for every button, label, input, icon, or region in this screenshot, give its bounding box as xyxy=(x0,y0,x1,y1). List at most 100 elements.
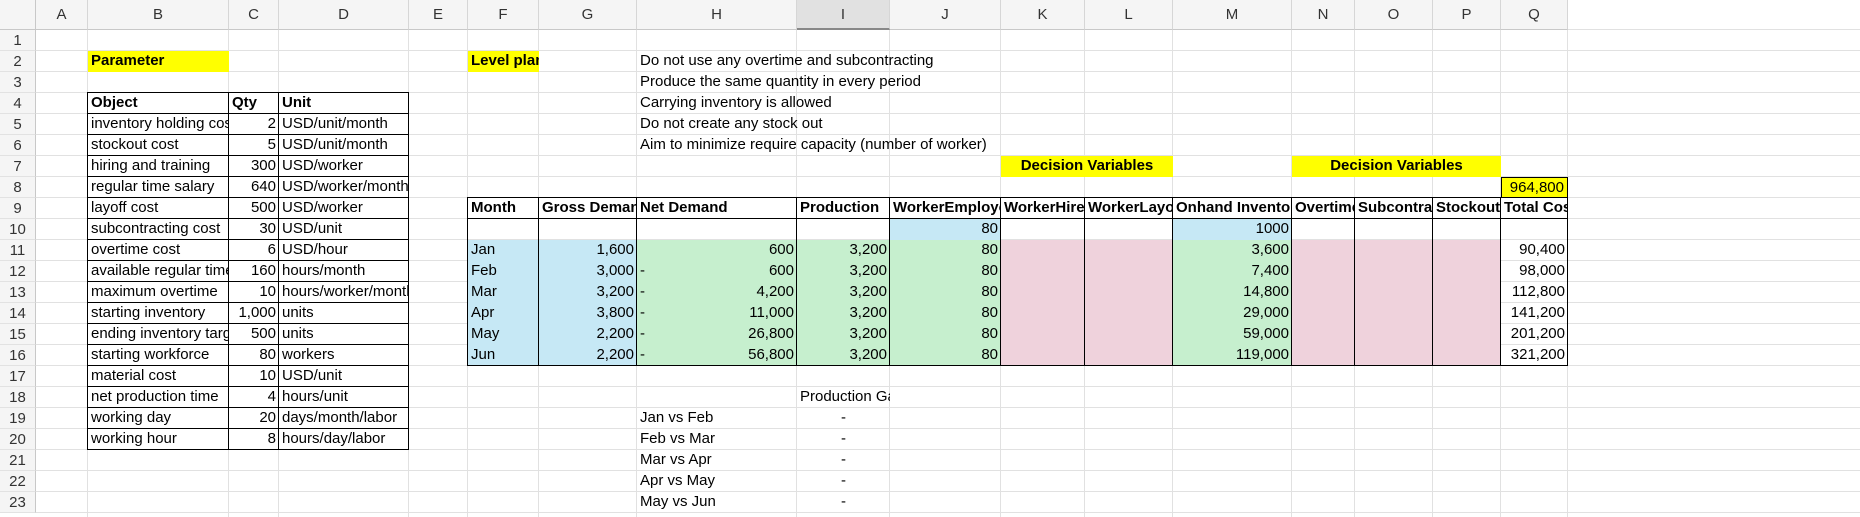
select-all-corner[interactable] xyxy=(0,0,36,30)
initial-inventory[interactable]: 1000 xyxy=(1173,219,1292,240)
worker-hired-cell[interactable] xyxy=(1001,303,1085,324)
parameter-qty[interactable]: 2 xyxy=(229,114,279,135)
column-header-d[interactable]: D xyxy=(279,0,409,30)
parameter-unit[interactable]: hours/unit xyxy=(279,387,409,408)
parameter-qty[interactable]: 500 xyxy=(229,324,279,345)
column-header-g[interactable]: G xyxy=(539,0,637,30)
worker-hired-cell[interactable] xyxy=(1001,282,1085,303)
month-cell[interactable]: Feb xyxy=(468,261,539,282)
worker-layoff-cell[interactable] xyxy=(1085,282,1173,303)
parameter-qty[interactable]: 8 xyxy=(229,429,279,450)
net-demand-cell[interactable]: - 26,800 xyxy=(637,324,797,345)
row-header-4[interactable]: 4 xyxy=(0,93,36,114)
total-cost-cell[interactable]: 112,800 xyxy=(1501,282,1568,303)
month-cell[interactable]: Jun xyxy=(468,345,539,366)
subcontract-cell[interactable] xyxy=(1355,282,1433,303)
parameter-object[interactable]: inventory holding cost xyxy=(88,114,229,135)
gross-demand-cell[interactable]: 2,200 xyxy=(539,324,637,345)
stockout-cell[interactable] xyxy=(1433,240,1501,261)
row-header-8[interactable]: 8 xyxy=(0,177,36,198)
stockout-cell[interactable] xyxy=(1433,282,1501,303)
parameter-qty[interactable]: 20 xyxy=(229,408,279,429)
row-header-20[interactable]: 20 xyxy=(0,429,36,450)
parameter-object[interactable]: hiring and training xyxy=(88,156,229,177)
decision-variables-label[interactable]: Decision Variables xyxy=(1001,156,1173,177)
parameter-header-qty[interactable]: Qty xyxy=(229,93,279,114)
parameter-qty[interactable]: 4 xyxy=(229,387,279,408)
worker-layoff-cell[interactable] xyxy=(1085,240,1173,261)
total-cost-cell[interactable]: 321,200 xyxy=(1501,345,1568,366)
parameter-unit[interactable]: hours/month xyxy=(279,261,409,282)
worker-hired-cell[interactable] xyxy=(1001,240,1085,261)
parameter-title[interactable]: Parameter xyxy=(88,51,229,72)
production-cell[interactable]: 3,200 xyxy=(797,345,890,366)
subcontract-cell[interactable] xyxy=(1355,240,1433,261)
onhand-inventory-cell[interactable]: 3,600 xyxy=(1173,240,1292,261)
parameter-object[interactable]: subcontracting cost xyxy=(88,219,229,240)
parameter-qty[interactable]: 160 xyxy=(229,261,279,282)
parameter-object[interactable]: net production time xyxy=(88,387,229,408)
parameter-unit[interactable]: USD/unit/month xyxy=(279,114,409,135)
row-header-23[interactable]: 23 xyxy=(0,492,36,513)
plan-header[interactable]: Production xyxy=(797,198,890,219)
plan-header[interactable]: Month xyxy=(468,198,539,219)
production-cell[interactable]: 3,200 xyxy=(797,261,890,282)
plan-header[interactable]: WorkerHired xyxy=(1001,198,1085,219)
column-header-j[interactable]: J xyxy=(890,0,1001,30)
level-plan-title[interactable]: Level plan xyxy=(468,51,539,72)
level-plan-note[interactable]: Do not create any stock out xyxy=(637,114,1001,135)
month-cell[interactable]: Mar xyxy=(468,282,539,303)
parameter-unit[interactable]: USD/worker xyxy=(279,198,409,219)
subcontract-cell[interactable] xyxy=(1355,345,1433,366)
parameter-unit[interactable]: workers xyxy=(279,345,409,366)
level-plan-note[interactable]: Carrying inventory is allowed xyxy=(637,93,1001,114)
column-header-m[interactable]: M xyxy=(1173,0,1292,30)
parameter-qty[interactable]: 10 xyxy=(229,282,279,303)
total-cost-cell[interactable]: 90,400 xyxy=(1501,240,1568,261)
parameter-object[interactable]: layoff cost xyxy=(88,198,229,219)
row-header-18[interactable]: 18 xyxy=(0,387,36,408)
parameter-object[interactable]: stockout cost xyxy=(88,135,229,156)
worker-layoff-cell[interactable] xyxy=(1085,345,1173,366)
parameter-qty[interactable]: 80 xyxy=(229,345,279,366)
gross-demand-cell[interactable]: 3,000 xyxy=(539,261,637,282)
level-plan-note[interactable]: Produce the same quantity in every perio… xyxy=(637,72,1001,93)
parameter-header-object[interactable]: Object xyxy=(88,93,229,114)
column-header-o[interactable]: O xyxy=(1355,0,1433,30)
parameter-object[interactable]: starting inventory xyxy=(88,303,229,324)
worker-layoff-cell[interactable] xyxy=(1085,303,1173,324)
gross-demand-cell[interactable]: 3,200 xyxy=(539,282,637,303)
production-gap-label[interactable]: Mar vs Apr xyxy=(637,450,797,471)
plan-header[interactable]: Net Demand xyxy=(637,198,797,219)
gross-demand-cell[interactable]: 3,800 xyxy=(539,303,637,324)
onhand-inventory-cell[interactable]: 14,800 xyxy=(1173,282,1292,303)
worker-hired-cell[interactable] xyxy=(1001,345,1085,366)
column-header-q[interactable]: Q xyxy=(1501,0,1568,30)
row-header-6[interactable]: 6 xyxy=(0,135,36,156)
parameter-unit[interactable]: USD/unit/month xyxy=(279,135,409,156)
column-header-i[interactable]: I xyxy=(797,0,890,30)
stockout-cell[interactable] xyxy=(1433,345,1501,366)
parameter-qty[interactable]: 5 xyxy=(229,135,279,156)
level-plan-note[interactable]: Aim to minimize require capacity (number… xyxy=(637,135,1001,156)
decision-variables-label[interactable]: Decision Variables xyxy=(1292,156,1501,177)
row-header-7[interactable]: 7 xyxy=(0,156,36,177)
row-header-9[interactable]: 9 xyxy=(0,198,36,219)
column-header-a[interactable]: A xyxy=(36,0,88,30)
plan-header[interactable]: Stockout xyxy=(1433,198,1501,219)
column-header-h[interactable]: H xyxy=(637,0,797,30)
stockout-cell[interactable] xyxy=(1433,261,1501,282)
parameter-header-unit[interactable]: Unit xyxy=(279,93,409,114)
column-header-n[interactable]: N xyxy=(1292,0,1355,30)
subcontract-cell[interactable] xyxy=(1355,261,1433,282)
spreadsheet-grid[interactable]: A B C D E F G H I J K L M N O P Q 1 2 3 4 5 6 7 8 9 10 11 12 13 14 15 16… xyxy=(0,0,1860,517)
production-gap-title[interactable]: Production Gap xyxy=(797,387,890,408)
column-header-e[interactable]: E xyxy=(409,0,468,30)
row-header-15[interactable]: 15 xyxy=(0,324,36,345)
onhand-inventory-cell[interactable]: 29,000 xyxy=(1173,303,1292,324)
worker-hired-cell[interactable] xyxy=(1001,261,1085,282)
subcontract-cell[interactable] xyxy=(1355,303,1433,324)
parameter-object[interactable]: working day xyxy=(88,408,229,429)
column-header-l[interactable]: L xyxy=(1085,0,1173,30)
row-header-22[interactable]: 22 xyxy=(0,471,36,492)
